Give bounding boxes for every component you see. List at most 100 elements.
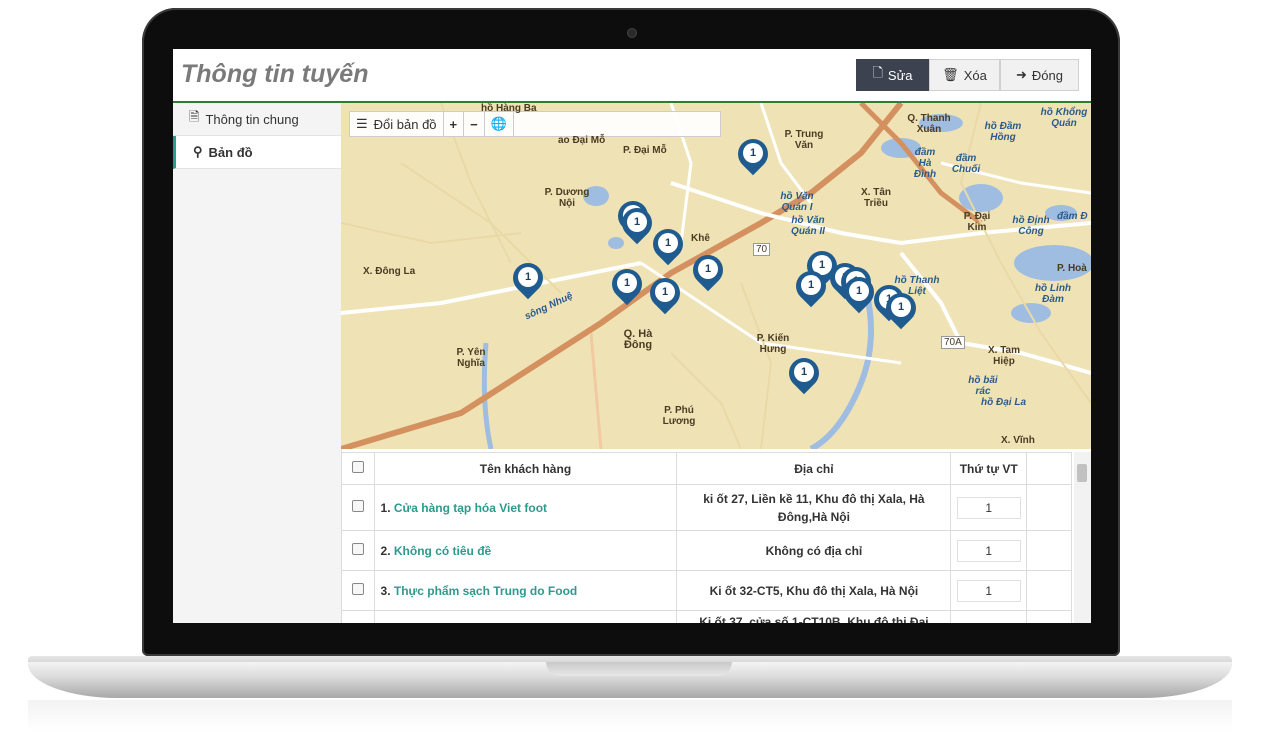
scrollbar-thumb[interactable]: [1077, 464, 1087, 482]
select-all-header[interactable]: [341, 452, 375, 485]
row-index: 3.: [380, 583, 391, 598]
app-header: Thông tin tuyến 🗋 Sửa 🗑 Xóa ➜ Đóng: [173, 49, 1091, 103]
close-button[interactable]: ➜ Đóng: [1000, 59, 1079, 91]
document-icon: 🗋: [872, 65, 883, 80]
map-label: 70A: [941, 336, 965, 349]
order-input[interactable]: 1: [956, 496, 1021, 519]
globe-icon[interactable]: 🌐: [485, 112, 514, 136]
customer-name-link[interactable]: Thực phẩm sạch Trung do Food: [394, 584, 577, 598]
delete-button-label: Xóa: [963, 67, 987, 83]
map[interactable]: ☰ Đổi bản đồ + − 🌐 hồ Hàng Ba ao Đại Mỗ …: [341, 103, 1091, 449]
extra-cell: [1026, 484, 1072, 531]
map-label: P. Dương Nội: [544, 187, 590, 209]
map-label: hồ Văn Quán I: [780, 191, 814, 213]
customer-name-link[interactable]: Cửa hàng tạp hóa Viet foot: [394, 501, 547, 515]
row-checkbox-cell[interactable]: [341, 484, 375, 531]
map-label: X. Đông La: [363, 266, 416, 277]
marker-count: 1: [655, 282, 675, 302]
map-marker[interactable]: 1: [643, 271, 687, 318]
column-header-order[interactable]: Thứ tự VT: [950, 452, 1028, 485]
checkbox[interactable]: [351, 500, 364, 512]
laptop-reflection: [28, 700, 1232, 732]
marker-count: 1: [743, 143, 763, 163]
document-icon: 🗎: [189, 109, 200, 124]
delete-button[interactable]: 🗑 Xóa: [929, 59, 1000, 91]
map-toolbar: ☰ Đổi bản đồ + − 🌐: [349, 111, 721, 137]
column-header-name[interactable]: Tên khách hàng: [373, 452, 678, 485]
map-label: hồ bãi rác: [968, 375, 998, 397]
map-marker[interactable]: 1: [646, 222, 690, 269]
checkbox[interactable]: [351, 461, 364, 473]
map-label: P. Hoà: [1057, 263, 1087, 274]
map-label: Khê: [691, 233, 710, 244]
extra-cell: [1026, 610, 1072, 623]
map-label: X. Tam Hiệp: [987, 345, 1021, 367]
sidebar-item-map[interactable]: ⚲ Bản đồ: [173, 136, 341, 169]
map-marker[interactable]: 1: [506, 256, 550, 303]
sidebar: 🗎 Thông tin chung ⚲ Bản đồ: [173, 103, 342, 623]
map-marker[interactable]: 1: [782, 351, 826, 398]
trash-icon: 🗑: [942, 67, 959, 82]
table-row[interactable]: 3. Thực phẩm sạch Trung do Food Ki ốt 32…: [341, 570, 1072, 611]
checkbox[interactable]: [351, 543, 364, 555]
map-label: đầm Đ: [1057, 211, 1088, 222]
customer-name-link[interactable]: Không có tiêu đề: [394, 544, 491, 558]
address-cell: Không có địa chỉ: [676, 530, 952, 571]
sidebar-item-general-info[interactable]: 🗎 Thông tin chung: [173, 103, 341, 136]
map-label: P. Đại Mỗ: [623, 145, 667, 156]
sidebar-item-label: Bản đồ: [208, 144, 253, 160]
sidebar-item-label: Thông tin chung: [205, 111, 299, 127]
map-label: P. Trung Văn: [784, 129, 824, 151]
table-scrollbar[interactable]: [1074, 452, 1091, 623]
zoom-out-button[interactable]: −: [464, 112, 485, 136]
order-cell: 1: [950, 530, 1028, 571]
map-label: hồ Định Công: [1012, 215, 1050, 237]
edit-button-label: Sửa: [887, 67, 913, 83]
list-icon: ☰: [356, 116, 368, 131]
map-marker[interactable]: 1: [879, 286, 923, 333]
table-row[interactable]: 1. Cửa hàng tạp hóa Viet foot ki ốt 27, …: [341, 484, 1072, 531]
row-index: 1.: [380, 500, 391, 515]
customer-name-cell: 3. Thực phẩm sạch Trung do Food: [373, 570, 678, 611]
marker-count: 1: [794, 362, 814, 382]
marker-count: 1: [617, 273, 637, 293]
order-input[interactable]: 1: [956, 539, 1021, 562]
map-label: Q. Hà Đông: [623, 328, 653, 351]
map-label: P. Đại Kim: [963, 211, 991, 233]
map-marker[interactable]: 1: [605, 262, 649, 309]
map-label: hồ Văn Quán II: [791, 215, 825, 237]
edit-button[interactable]: 🗋 Sửa: [856, 59, 929, 91]
change-map-button[interactable]: ☰ Đổi bản đồ: [350, 112, 444, 136]
marker-count: 1: [849, 281, 869, 301]
table-row[interactable]: Ki ốt 37, cửa số 1-CT10B, Khu đô thị Đại: [341, 610, 1072, 623]
customer-table-grid: Tên khách hàng Địa chỉ Thứ tự VT 1. Cửa …: [341, 452, 1072, 623]
marker-count: 1: [801, 275, 821, 295]
map-marker[interactable]: 1: [789, 264, 833, 311]
map-label: hồ Đại La: [981, 397, 1027, 408]
map-label: đầm Chuối: [951, 153, 981, 175]
page-title: Thông tin tuyến: [181, 60, 369, 88]
map-label: P. Yên Nghĩa: [456, 347, 486, 369]
address-cell: Ki ốt 37, cửa số 1-CT10B, Khu đô thị Đại: [676, 610, 952, 623]
order-input[interactable]: 1: [956, 579, 1021, 602]
row-checkbox-cell[interactable]: [341, 610, 375, 623]
checkbox[interactable]: [351, 583, 364, 595]
camera-icon: [627, 28, 637, 38]
row-checkbox-cell[interactable]: [341, 570, 375, 611]
map-marker[interactable]: 1: [731, 132, 775, 179]
row-index: 2.: [380, 543, 391, 558]
row-checkbox-cell[interactable]: [341, 530, 375, 571]
map-marker[interactable]: 1: [837, 270, 881, 317]
map-label: 70: [753, 243, 771, 256]
marker-count: 1: [891, 297, 911, 317]
marker-count: 1: [627, 212, 647, 232]
column-header-address[interactable]: Địa chỉ: [676, 452, 952, 485]
map-marker[interactable]: 1: [615, 201, 659, 248]
map-label: P. Phú Lương: [662, 405, 696, 427]
zoom-in-button[interactable]: +: [444, 112, 465, 136]
customer-name-cell: 2. Không có tiêu đề: [373, 530, 678, 571]
address-cell: ki ốt 27, Liền kề 11, Khu đô thị Xala, H…: [676, 484, 952, 531]
table-row[interactable]: 2. Không có tiêu đề Không có địa chỉ 1: [341, 530, 1072, 571]
map-label: đầm Hà Đình: [913, 147, 937, 180]
map-marker[interactable]: 1: [686, 248, 730, 295]
